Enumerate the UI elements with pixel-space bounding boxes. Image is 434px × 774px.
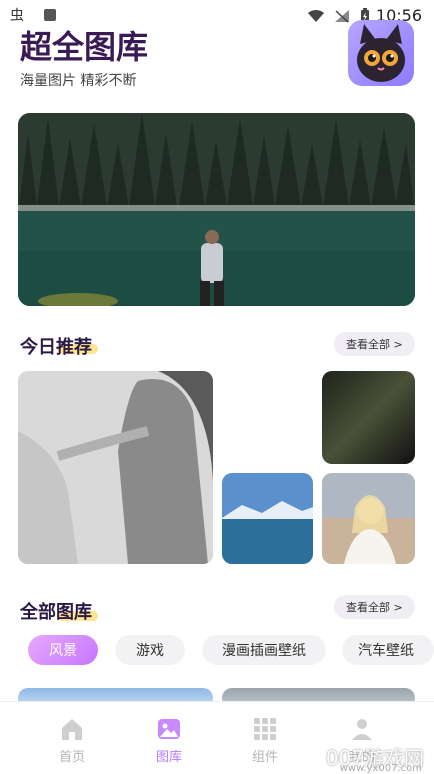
- category-chip-games[interactable]: 游戏: [115, 635, 185, 665]
- category-chip-scenery[interactable]: 风景: [28, 635, 98, 665]
- home-icon: [59, 716, 85, 742]
- no-signal-icon: [334, 8, 350, 23]
- profile-icon: [349, 716, 375, 742]
- gallery-icon: [156, 716, 182, 742]
- recommend-image-dark-water[interactable]: [322, 371, 415, 464]
- app-logo[interactable]: [348, 20, 414, 86]
- today-section-title: 今日推荐: [20, 337, 92, 358]
- today-view-all-button[interactable]: 查看全部 >: [334, 332, 415, 356]
- wifi-icon: [307, 8, 324, 22]
- android-icon: [44, 9, 56, 21]
- category-chip-illustration[interactable]: 漫画插画壁纸: [202, 635, 326, 665]
- recommend-image-couple[interactable]: [18, 371, 213, 564]
- all-section-title: 全部图库: [20, 602, 92, 623]
- tab-label: 组件: [251, 750, 278, 765]
- all-view-all-button[interactable]: 查看全部 >: [334, 595, 415, 619]
- recommend-image-lake-mountains[interactable]: [222, 473, 313, 564]
- app-subtitle: 海量图片 精彩不断: [20, 73, 137, 89]
- tab-gallery[interactable]: 图库: [129, 716, 209, 765]
- category-chip-cars[interactable]: 汽车壁纸: [342, 635, 434, 665]
- grid-icon: [252, 716, 278, 742]
- tab-home[interactable]: 首页: [32, 716, 112, 765]
- recommend-image-woman-portrait[interactable]: [322, 473, 415, 564]
- tab-label: 首页: [58, 750, 85, 765]
- app-title: 超全图库: [20, 28, 149, 66]
- tab-widgets[interactable]: 组件: [225, 716, 305, 765]
- tab-label: 图库: [155, 750, 182, 765]
- watermark-url: www.yx007.com: [339, 763, 422, 774]
- hero-banner-image[interactable]: [18, 113, 415, 306]
